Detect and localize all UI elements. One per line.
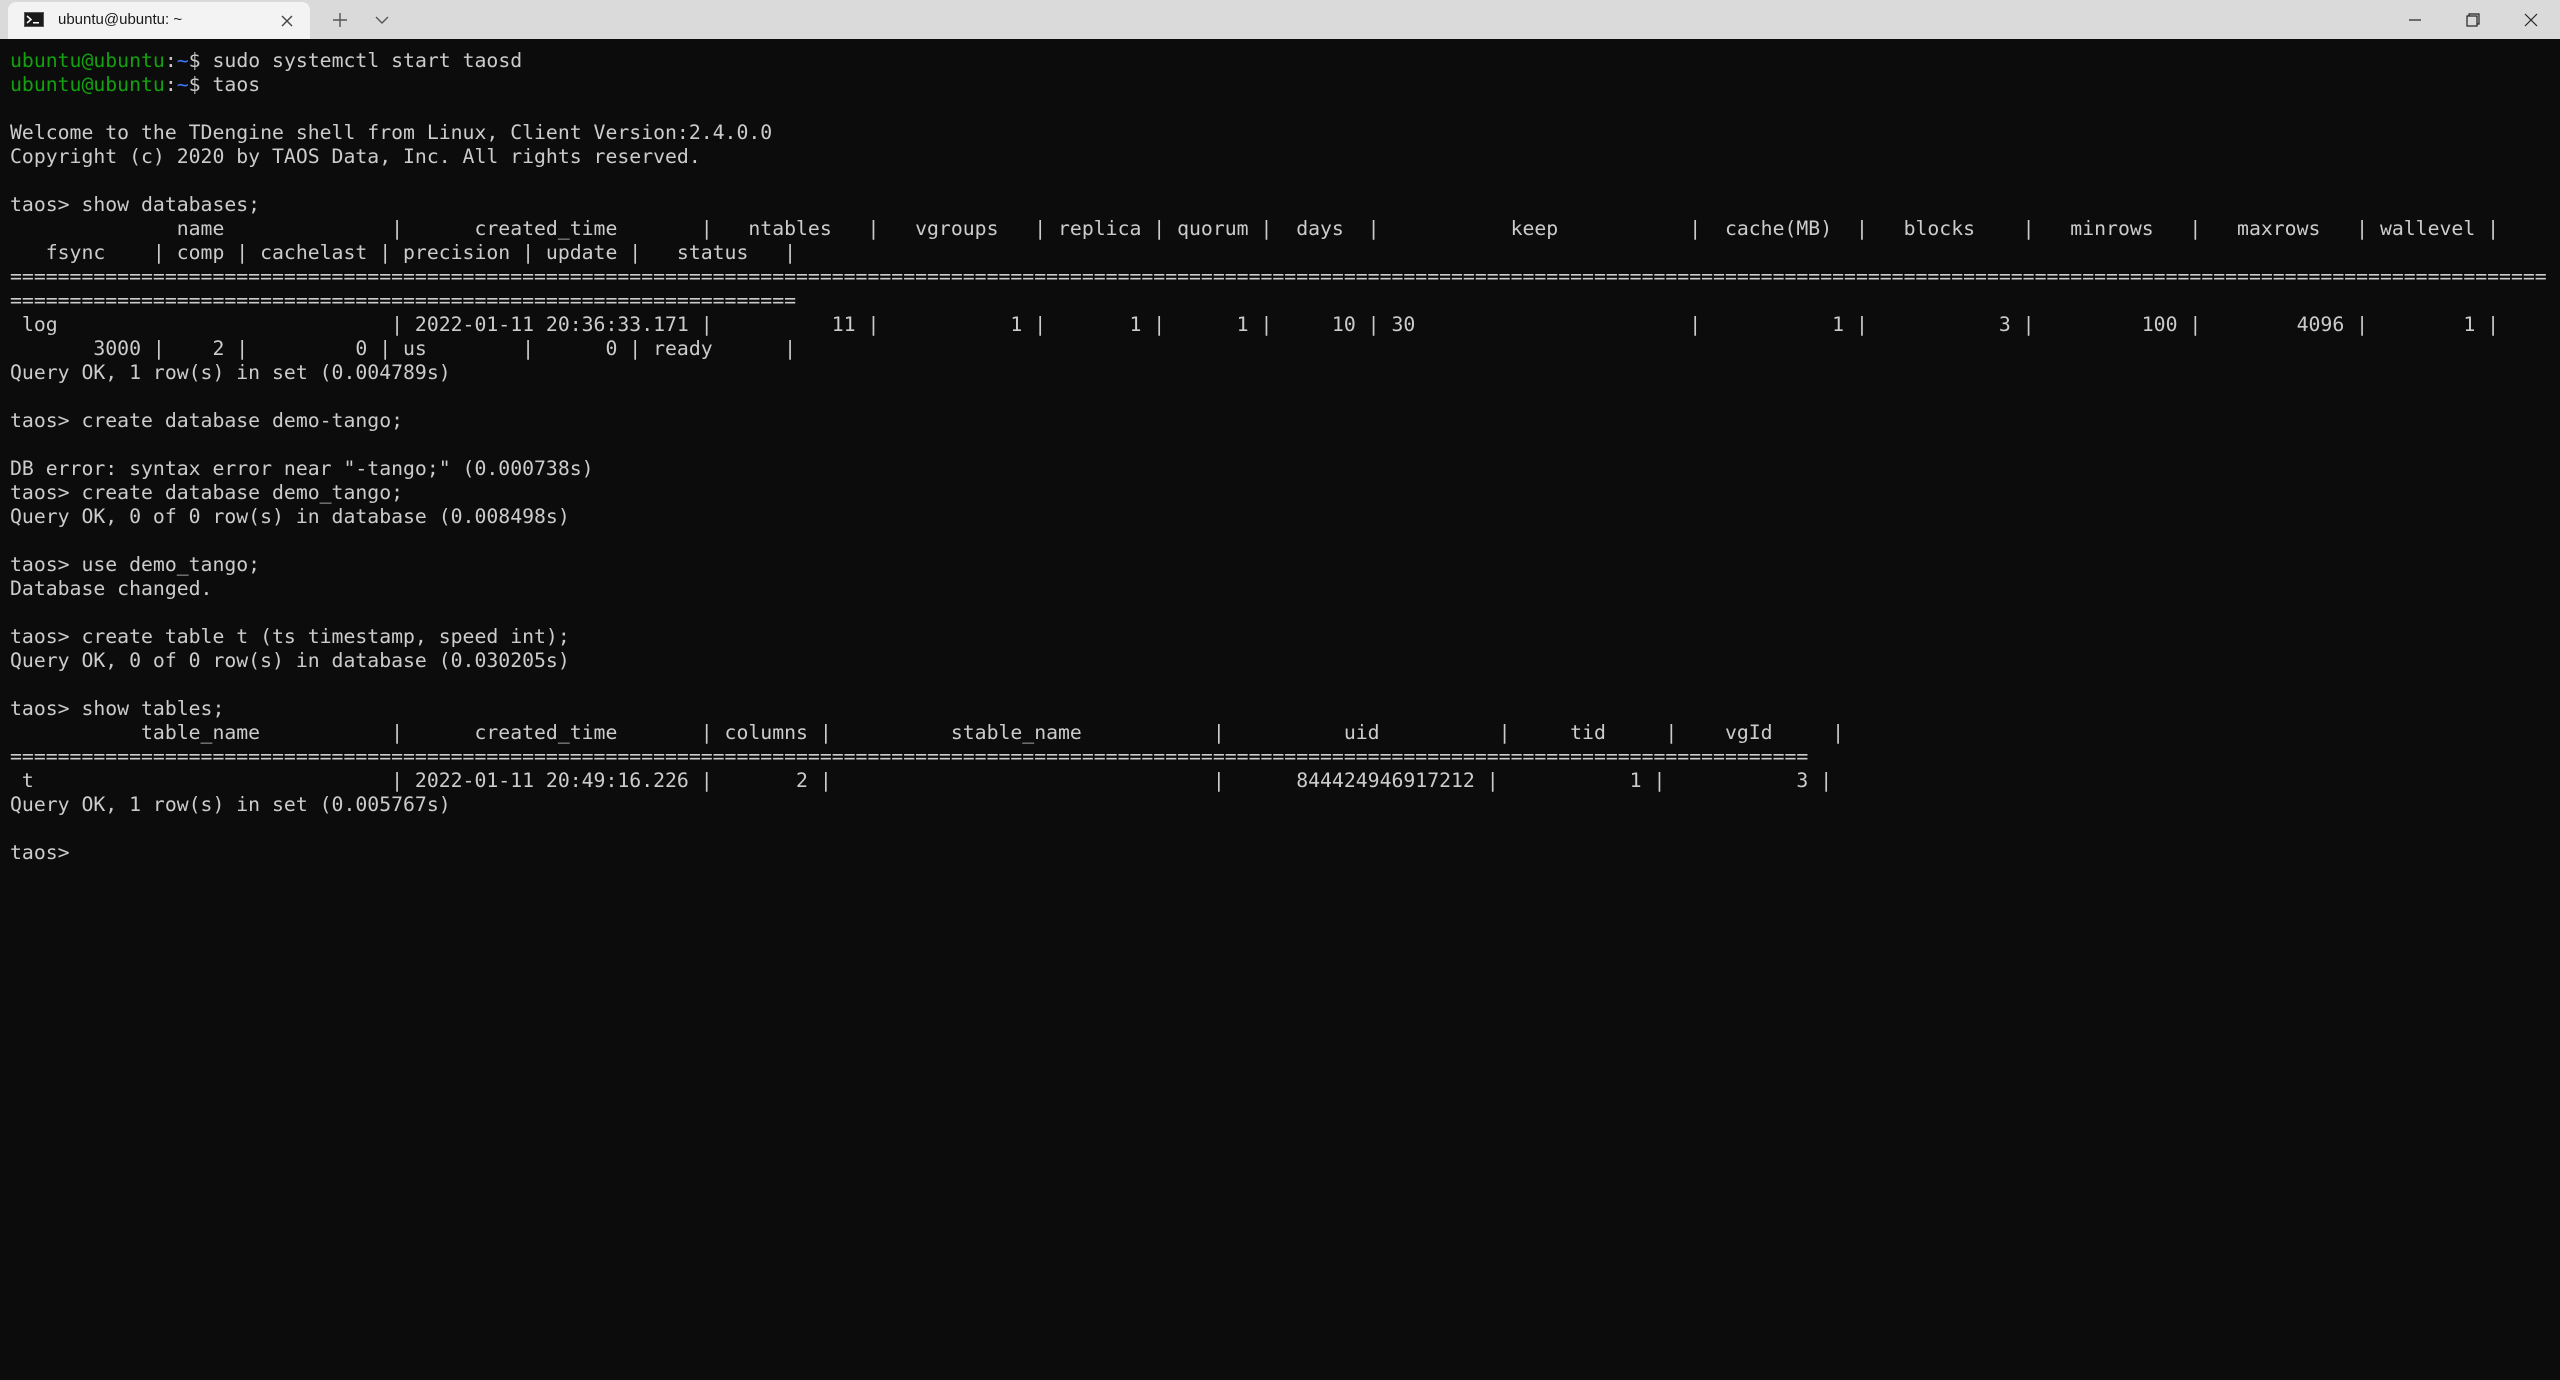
restore-button[interactable] [2444,0,2502,39]
terminal-line: taos> create database demo_tango; [10,481,404,504]
prompt-path: ~ [176,49,189,72]
prompt-dollar: $ [188,49,201,72]
title-bar[interactable]: ubuntu@ubuntu: ~ [0,0,2560,39]
plus-icon[interactable] [328,8,352,32]
terminal-line: table_name | created_time | columns | st… [10,721,1845,744]
prompt-command: sudo systemctl start taosd [200,49,523,72]
prompt-command: taos [200,73,261,96]
terminal-line: Query OK, 1 row(s) in set (0.004789s) [10,361,451,384]
tab-title: ubuntu@ubuntu: ~ [58,11,183,28]
terminal-window: ubuntu@ubuntu: ~ ubuntu@ubuntu:~$ sudo s… [0,0,2560,1380]
terminal-line: ubuntu@ubuntu:~$ taos [10,73,2550,97]
terminal-line: taos> [10,841,82,864]
close-icon [2524,13,2538,27]
terminal-line: taos> show tables; [10,697,225,720]
terminal-line: Query OK, 0 of 0 row(s) in database (0.0… [10,505,570,528]
terminal-line: 3000 | 2 | 0 | us | 0 | ready | [10,337,797,360]
terminal-line: ========================================… [10,745,1809,768]
minimize-icon [2409,19,2421,21]
terminal-line: Query OK, 0 of 0 row(s) in database (0.0… [10,649,570,672]
terminal-line: taos> create database demo-tango; [10,409,404,432]
tab-ubuntu[interactable]: ubuntu@ubuntu: ~ [8,2,310,39]
terminal-line: Database changed. [10,577,213,600]
terminal-line: ========================================… [10,265,2547,288]
terminal-line: Query OK, 1 row(s) in set (0.005767s) [10,793,451,816]
minimize-button[interactable] [2386,0,2444,39]
terminal-line: t | 2022-01-11 20:49:16.226 | 2 | | 8444… [10,769,1833,792]
terminal-line: log | 2022-01-11 20:36:33.171 | 11 | 1 |… [10,313,2500,336]
terminal-line: Copyright (c) 2020 by TAOS Data, Inc. Al… [10,145,701,168]
prompt-separator: : [164,73,177,96]
terminal-line: taos> use demo_tango; [10,553,261,576]
terminal-output[interactable]: ubuntu@ubuntu:~$ sudo systemctl start ta… [10,49,2550,1380]
terminal-icon [24,12,44,27]
terminal-line: taos> show databases; [10,193,261,216]
terminal-line: taos> create table t (ts timestamp, spee… [10,625,570,648]
terminal-line: DB error: syntax error near "-tango;" (0… [10,457,594,480]
prompt-dollar: $ [188,73,201,96]
close-icon[interactable] [276,10,298,32]
terminal-line: fsync | comp | cachelast | precision | u… [10,241,797,264]
close-window-button[interactable] [2502,0,2560,39]
terminal-line: name | created_time | ntables | vgroups … [10,217,2500,240]
terminal-line: Welcome to the TDengine shell from Linux… [10,121,773,144]
prompt-user: ubuntu@ubuntu [10,49,165,72]
prompt-user: ubuntu@ubuntu [10,73,165,96]
prompt-separator: : [164,49,177,72]
prompt-path: ~ [176,73,189,96]
restore-icon [2466,13,2480,27]
terminal-line: ========================================… [10,289,797,312]
terminal-line: ubuntu@ubuntu:~$ sudo systemctl start ta… [10,49,2550,73]
chevron-down-icon[interactable] [370,8,394,32]
